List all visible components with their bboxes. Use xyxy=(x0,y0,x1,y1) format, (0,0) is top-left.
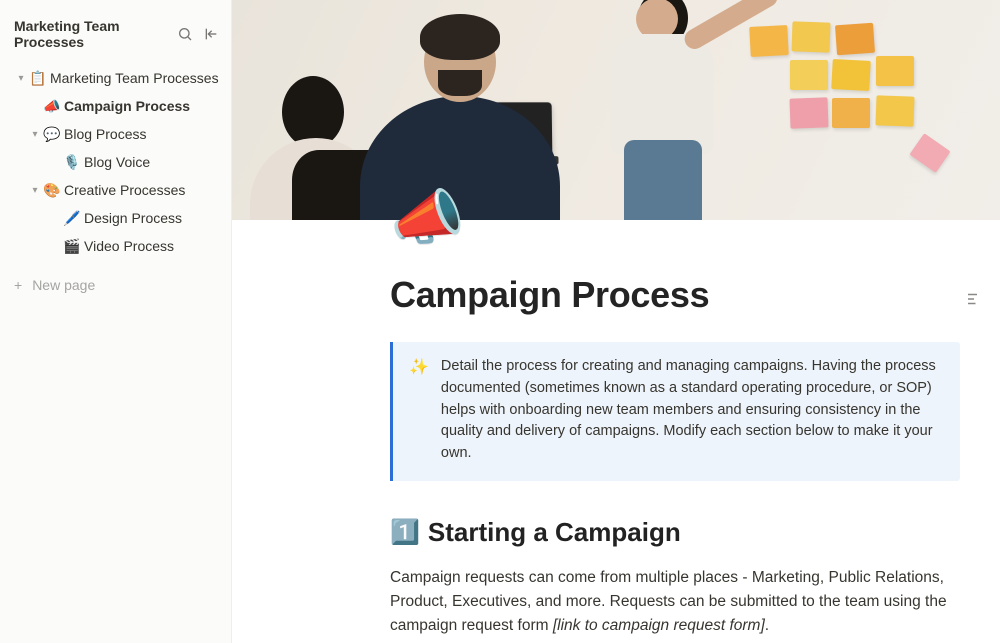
page-icon: 🎙️ xyxy=(62,154,82,171)
chevron-down-icon[interactable]: ▾ xyxy=(14,73,28,84)
sidebar-item-marketing-team-processes[interactable]: ▾ 📋 Marketing Team Processes xyxy=(6,64,225,92)
sticky-note xyxy=(832,98,870,128)
sidebar: Marketing Team Processes ▾ 📋 Marketing T… xyxy=(0,0,232,643)
keycap-1-icon: 1️⃣ xyxy=(390,518,420,547)
page-label: Video Process xyxy=(82,238,174,254)
search-icon[interactable] xyxy=(177,26,193,42)
sticky-note xyxy=(791,21,830,52)
page-icon: 📋 xyxy=(28,70,48,87)
cover-image[interactable] xyxy=(232,0,1000,220)
page-emoji[interactable]: 📣 xyxy=(390,188,465,248)
page-icon: 🎨 xyxy=(42,182,62,199)
sidebar-header: Marketing Team Processes xyxy=(0,14,231,60)
chevron-down-icon[interactable]: ▾ xyxy=(28,129,42,140)
page-label: Campaign Process xyxy=(62,98,190,114)
page-label: Marketing Team Processes xyxy=(48,70,219,86)
page-icon: 🎬 xyxy=(62,238,82,255)
page-icon: 📣 xyxy=(42,98,62,115)
main-content: 📣 Campaign Process ✨ Detail the process … xyxy=(232,0,1000,643)
sticky-note xyxy=(835,23,875,56)
sidebar-item-blog-voice[interactable]: 🎙️ Blog Voice xyxy=(6,148,225,176)
collapse-sidebar-icon[interactable] xyxy=(203,26,219,42)
section-heading-starting-a-campaign[interactable]: 1️⃣ Starting a Campaign xyxy=(390,517,960,548)
sticky-note xyxy=(831,59,871,91)
page-title[interactable]: Campaign Process xyxy=(390,274,960,316)
page-tree: ▾ 📋 Marketing Team Processes 📣 Campaign … xyxy=(0,60,231,264)
body-link-placeholder: [link to campaign request form] xyxy=(553,617,765,634)
page-icon: 💬 xyxy=(42,126,62,143)
sticky-note xyxy=(790,60,828,90)
body-text-tail: . xyxy=(765,617,769,634)
page-label: Creative Processes xyxy=(62,182,185,198)
workspace-title[interactable]: Marketing Team Processes xyxy=(14,18,177,50)
callout-text: Detail the process for creating and mana… xyxy=(441,356,944,465)
sticky-note xyxy=(876,56,914,86)
section-title: Starting a Campaign xyxy=(428,517,681,548)
content-wrap: 📣 Campaign Process ✨ Detail the process … xyxy=(232,220,1000,638)
sidebar-item-campaign-process[interactable]: 📣 Campaign Process xyxy=(6,92,225,120)
page-label: Blog Process xyxy=(62,126,146,142)
page-icon: 🖊️ xyxy=(62,210,82,227)
page-label: Blog Voice xyxy=(82,154,150,170)
new-page-label: New page xyxy=(32,277,95,293)
page-label: Design Process xyxy=(82,210,182,226)
cover-person xyxy=(602,0,772,220)
plus-icon: + xyxy=(14,277,22,293)
sidebar-item-blog-process[interactable]: ▾ 💬 Blog Process xyxy=(6,120,225,148)
sparkles-icon: ✨ xyxy=(409,356,429,465)
table-of-contents-icon[interactable] xyxy=(962,290,980,311)
chevron-down-icon[interactable]: ▾ xyxy=(28,185,42,196)
sticky-note xyxy=(789,97,828,128)
body-paragraph[interactable]: Campaign requests can come from multiple… xyxy=(390,566,960,638)
callout-block[interactable]: ✨ Detail the process for creating and ma… xyxy=(390,342,960,481)
new-page-button[interactable]: + New page xyxy=(0,270,231,300)
sidebar-item-video-process[interactable]: 🎬 Video Process xyxy=(6,232,225,260)
sidebar-item-design-process[interactable]: 🖊️ Design Process xyxy=(6,204,225,232)
sticky-note xyxy=(875,95,914,126)
sidebar-item-creative-processes[interactable]: ▾ 🎨 Creative Processes xyxy=(6,176,225,204)
sticky-note xyxy=(909,133,950,173)
